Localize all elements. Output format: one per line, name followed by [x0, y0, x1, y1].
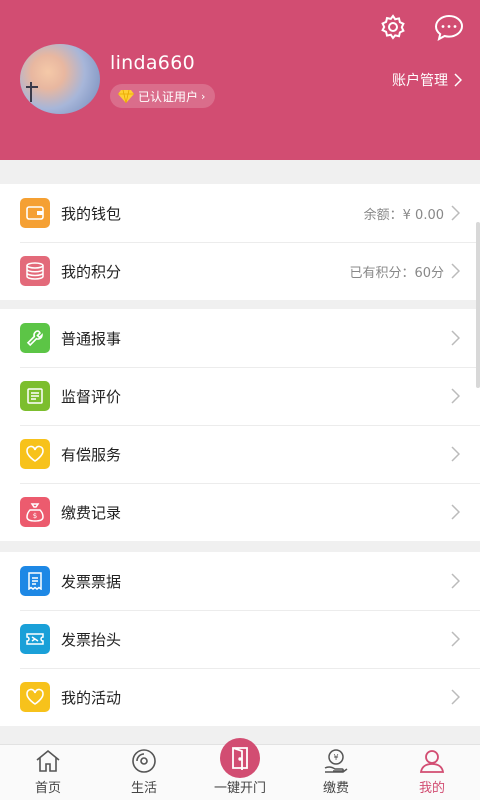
menu-item-payment-records[interactable]: $ 缴费记录 — [0, 483, 480, 541]
home-icon — [34, 747, 62, 775]
points-value: 已有积分：60分 — [349, 265, 444, 281]
menu-item-invoice-title[interactable]: 发票抬头 — [0, 610, 480, 668]
menu-group-services: 普通报事 监督评价 有偿服务 $ 缴费记录 — [0, 309, 480, 541]
chevron-right-icon — [451, 205, 460, 221]
user-icon — [418, 747, 446, 775]
door-icon — [220, 738, 260, 778]
menu-item-points[interactable]: 我的积分 已有积分：60分 — [0, 242, 480, 300]
tab-payment[interactable]: ¥ 缴费 — [288, 745, 384, 800]
chevron-right-icon — [451, 388, 460, 404]
username: linda660 — [110, 52, 195, 74]
diamond-icon — [118, 89, 134, 103]
menu-item-label: 我的活动 — [61, 688, 122, 707]
note-icon — [20, 381, 50, 411]
message-bubble-icon[interactable] — [432, 10, 466, 44]
tab-label: 一键开门 — [213, 781, 266, 796]
menu-item-label: 普通报事 — [61, 329, 122, 348]
wallet-balance: 余额：¥ 0.00 — [363, 207, 444, 223]
menu-group-wallet: 我的钱包 余额：¥ 0.00 我的积分 已有积分：60分 — [0, 184, 480, 300]
avatar[interactable] — [20, 44, 100, 114]
tab-label: 缴费 — [322, 781, 349, 796]
chevron-right-icon — [451, 573, 460, 589]
menu-item-paid-service[interactable]: 有偿服务 — [0, 425, 480, 483]
payment-icon: ¥ — [322, 747, 350, 775]
verified-badge[interactable]: 已认证用户 › — [110, 84, 216, 108]
svg-text:¥: ¥ — [333, 753, 338, 762]
chevron-right-icon — [454, 73, 462, 87]
menu-item-label: 监督评价 — [61, 387, 122, 406]
tab-mine[interactable]: 我的 — [384, 745, 480, 800]
chevron-right-icon — [451, 689, 460, 705]
chevron-right-icon: › — [201, 89, 206, 103]
chevron-right-icon — [451, 330, 460, 346]
scrollbar[interactable] — [476, 222, 480, 388]
receipt-icon — [20, 566, 50, 596]
chevron-right-icon — [451, 631, 460, 647]
menu-item-label: 有偿服务 — [61, 445, 122, 464]
tab-label: 生活 — [130, 781, 157, 796]
tab-open-door[interactable]: 一键开门 — [192, 738, 288, 800]
tab-home[interactable]: 首页 — [0, 745, 96, 800]
menu-group-invoice: 发票票据 发票抬头 我的活动 — [0, 552, 480, 726]
svg-text:$: $ — [33, 512, 37, 520]
settings-gear-icon[interactable] — [376, 10, 410, 44]
heart-icon — [20, 682, 50, 712]
wallet-icon — [20, 198, 50, 228]
chevron-right-icon — [451, 446, 460, 462]
account-management-link[interactable]: 账户管理 — [392, 70, 462, 90]
menu-item-label: 缴费记录 — [61, 503, 122, 522]
menu-item-report[interactable]: 普通报事 — [0, 309, 480, 367]
chevron-right-icon — [451, 504, 460, 520]
tab-life[interactable]: 生活 — [96, 745, 192, 800]
profile-header: linda660 已认证用户 › 账户管理 — [0, 0, 480, 160]
bottom-tab-bar: 首页 生活 一键开门 ¥ 缴费 我的 — [0, 738, 480, 800]
menu-item-label: 发票抬头 — [61, 630, 122, 649]
heart-icon — [20, 439, 50, 469]
life-icon — [130, 747, 158, 775]
tab-label: 首页 — [34, 781, 61, 796]
menu-item-label: 我的钱包 — [61, 204, 122, 223]
chevron-right-icon — [451, 263, 460, 279]
ticket-icon — [20, 624, 50, 654]
money-bag-icon: $ — [20, 497, 50, 527]
verified-badge-label: 已认证用户 — [138, 89, 199, 104]
account-management-label: 账户管理 — [392, 73, 448, 89]
coins-icon — [20, 256, 50, 286]
menu-item-label: 我的积分 — [61, 262, 122, 281]
menu-item-invoice[interactable]: 发票票据 — [0, 552, 480, 610]
menu-item-my-activities[interactable]: 我的活动 — [0, 668, 480, 726]
menu-item-wallet[interactable]: 我的钱包 余额：¥ 0.00 — [0, 184, 480, 242]
menu-item-label: 发票票据 — [61, 572, 122, 591]
tab-label: 我的 — [418, 781, 445, 796]
wrench-icon — [20, 323, 50, 353]
menu-item-evaluation[interactable]: 监督评价 — [0, 367, 480, 425]
